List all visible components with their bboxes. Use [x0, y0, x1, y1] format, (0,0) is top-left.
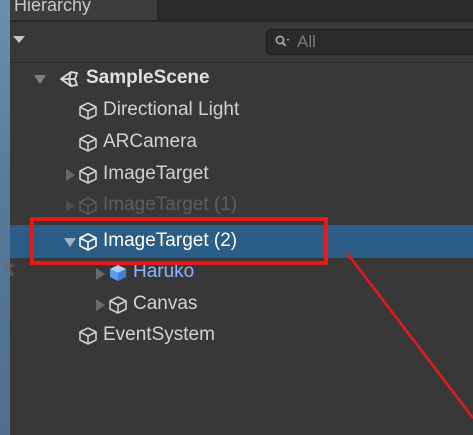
search-field[interactable] — [266, 29, 473, 55]
foldout-arrow-icon[interactable] — [34, 75, 46, 84]
gameobject-cube-icon — [109, 296, 127, 314]
gameobject-cube-icon — [79, 166, 97, 184]
foldout-arrow-icon[interactable] — [96, 268, 105, 280]
foldout-arrow-icon[interactable] — [96, 299, 105, 311]
foldout-arrow-icon[interactable] — [66, 200, 75, 212]
tree-item-label: Canvas — [133, 293, 198, 314]
search-input[interactable] — [297, 32, 467, 52]
gameobject-cube-icon — [79, 102, 97, 120]
tree-item-label: ImageTarget (2) — [103, 230, 238, 251]
tree-item-imagetarget-2[interactable]: ImageTarget (2) — [10, 225, 473, 258]
tree-item-imagetarget[interactable]: ImageTarget — [10, 159, 473, 190]
tree-item-directional-light[interactable]: Directional Light — [10, 95, 473, 126]
tree-item-label: Haruko — [133, 261, 195, 282]
gameobject-cube-icon — [79, 197, 97, 215]
tree-item-label: ImageTarget (1) — [103, 194, 238, 215]
cursor-icon — [5, 260, 15, 276]
tab-strip: Hierarchy — [10, 0, 473, 22]
hierarchy-panel: Hierarchy SampleScene — [10, 0, 473, 435]
foldout-arrow-icon[interactable] — [64, 238, 76, 247]
tree-item-label: ImageTarget — [103, 163, 209, 184]
tree-item-arcamera[interactable]: ARCamera — [10, 127, 473, 158]
tree-item-canvas[interactable]: Canvas — [10, 289, 473, 320]
tree-item-label: EventSystem — [103, 324, 215, 345]
tree-item-eventsystem[interactable]: EventSystem — [10, 320, 473, 351]
foldout-arrow-icon[interactable] — [66, 169, 75, 181]
unity-logo-icon — [60, 71, 78, 87]
tree-item-label: Directional Light — [103, 99, 240, 120]
scene-name-label: SampleScene — [86, 67, 210, 88]
create-dropdown-caret-icon[interactable] — [13, 36, 25, 43]
tree-item-label: ARCamera — [103, 131, 197, 152]
gameobject-cube-icon — [79, 134, 97, 152]
gameobject-cube-icon — [79, 327, 97, 345]
tree-item-imagetarget-1[interactable]: ImageTarget (1) — [10, 190, 473, 221]
gameobject-cube-icon — [79, 233, 97, 251]
tab-hierarchy[interactable]: Hierarchy — [10, 0, 158, 20]
tree-item-haruko[interactable]: Haruko — [10, 259, 473, 290]
prefab-cube-icon — [110, 265, 126, 281]
hierarchy-toolbar — [10, 22, 473, 63]
scene-row[interactable]: SampleScene — [10, 63, 473, 94]
search-icon — [275, 35, 290, 47]
